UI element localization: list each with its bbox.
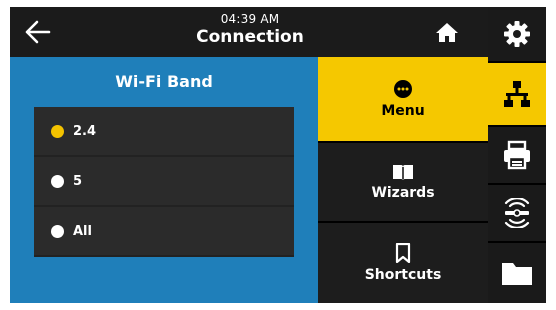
dots-circle-icon <box>394 80 412 98</box>
sidebar-item-rfid[interactable] <box>488 185 546 241</box>
shortcuts-button[interactable]: Shortcuts <box>318 223 488 303</box>
home-button[interactable] <box>434 20 460 44</box>
gear-icon <box>504 21 530 47</box>
bookmark-icon <box>395 243 411 263</box>
header-bar: 04:39 AM Connection <box>10 7 488 57</box>
band-option-2-4[interactable]: 2.4 <box>34 107 294 155</box>
panel-title: Wi-Fi Band <box>115 72 213 91</box>
band-option-5[interactable]: 5 <box>34 157 294 205</box>
title-block: 04:39 AM Connection <box>150 12 350 48</box>
option-label: 5 <box>73 173 83 189</box>
rfid-icon <box>504 198 530 228</box>
page-title: Connection <box>196 27 304 47</box>
network-icon <box>504 81 530 107</box>
home-icon <box>436 23 458 42</box>
band-option-list: 2.4 5 All <box>34 107 294 257</box>
clock: 04:39 AM <box>220 12 280 26</box>
wizards-button[interactable]: Wizards <box>318 143 488 221</box>
option-label: All <box>73 223 92 239</box>
band-option-all[interactable]: All <box>34 207 294 255</box>
menu-column: Menu Wizards Shortcuts <box>318 57 488 303</box>
printer-icon <box>504 140 530 170</box>
book-icon <box>393 165 413 180</box>
arrow-left-icon <box>25 20 51 44</box>
menu-label: Menu <box>381 103 425 119</box>
wifi-band-panel: Wi-Fi Band 2.4 5 All <box>10 57 318 303</box>
sidebar-item-print[interactable] <box>488 127 546 183</box>
menu-button[interactable]: Menu <box>318 57 488 141</box>
sidebar-item-storage[interactable] <box>488 243 546 303</box>
sidebar-item-network[interactable] <box>488 63 546 125</box>
radio-unselected-icon <box>51 174 64 188</box>
sidebar-item-settings[interactable] <box>488 7 546 61</box>
radio-unselected-icon <box>51 224 64 238</box>
sidebar <box>488 7 546 303</box>
printer-screen: 04:39 AM Connection Wi-Fi Band 2.4 5 All <box>10 7 546 303</box>
folder-icon <box>502 263 532 285</box>
shortcuts-label: Shortcuts <box>364 267 442 283</box>
option-label: 2.4 <box>73 123 97 139</box>
wizards-label: Wizards <box>371 185 435 201</box>
back-button[interactable] <box>24 19 52 45</box>
radio-selected-icon <box>51 124 64 138</box>
